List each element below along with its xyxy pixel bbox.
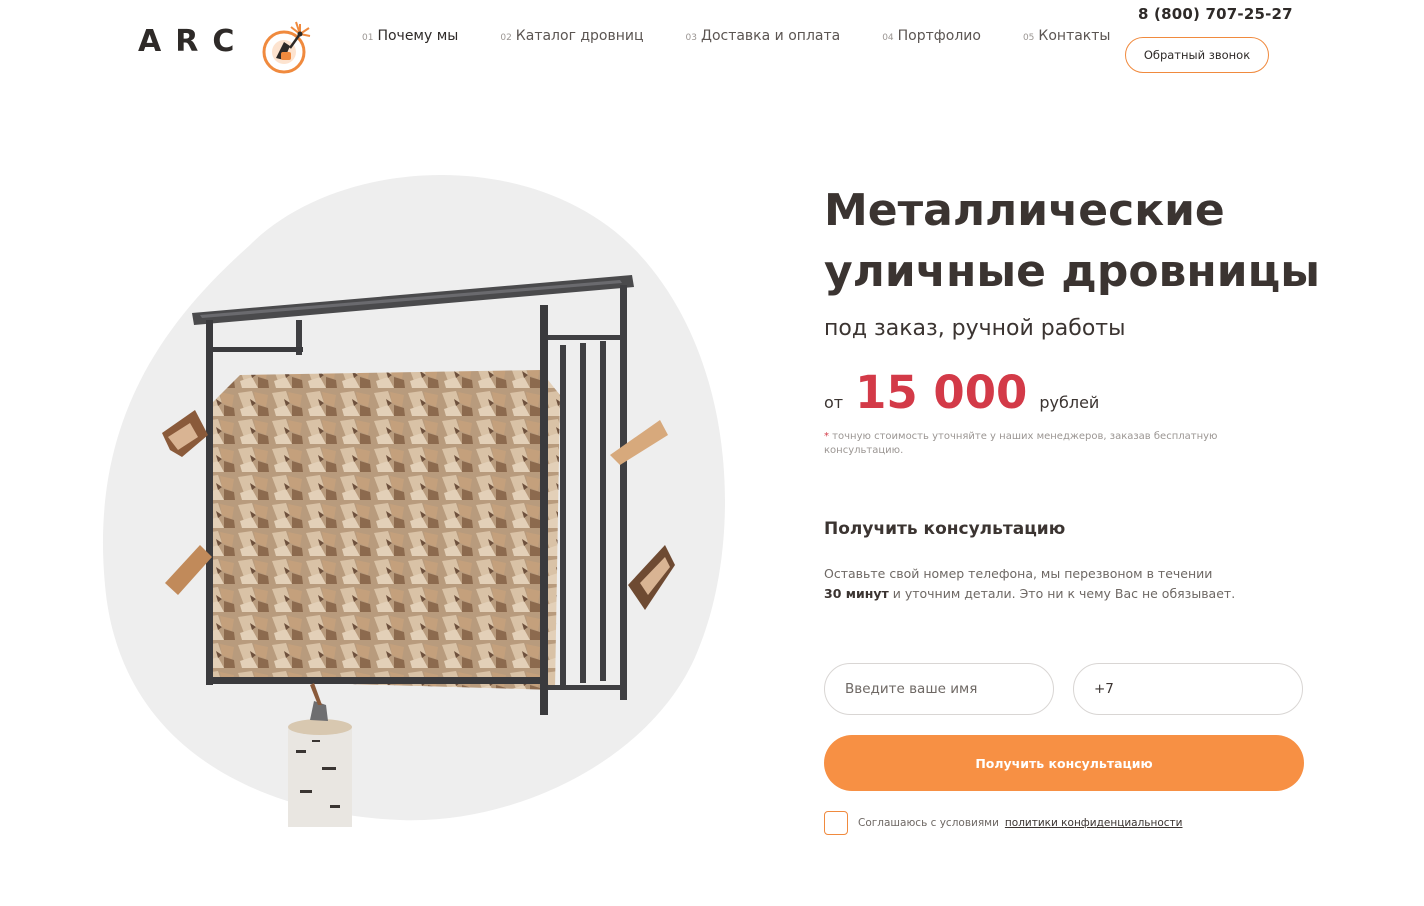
nav-label: Почему мы (377, 28, 459, 44)
submit-consult-button[interactable]: Получить консультацию (824, 735, 1304, 791)
consult-text-bold: 30 минут (824, 586, 889, 601)
consult-description: Оставьте свой номер телефона, мы перезво… (824, 564, 1254, 604)
nav-label: Контакты (1038, 28, 1111, 44)
logo-welding-icon (262, 21, 311, 74)
nav-label: Каталог дровниц (515, 28, 644, 44)
logo-text: ARC (138, 23, 249, 59)
name-input[interactable] (824, 663, 1054, 715)
agree-checkbox[interactable] (824, 811, 848, 835)
privacy-policy-link[interactable]: политики конфиденциальности (1005, 817, 1183, 829)
main-nav: 01 Почему мы 02 Каталог дровниц 03 Доста… (362, 28, 1152, 44)
price-prefix: от (824, 393, 844, 412)
price-unit: рублей (1039, 393, 1100, 412)
nav-label: Портфолио (897, 28, 981, 44)
nav-item-delivery[interactable]: 03 Доставка и оплата (686, 28, 841, 44)
price-block: от 15 000 рублей (824, 366, 1099, 419)
nav-number: 04 (882, 33, 894, 43)
nav-item-catalog[interactable]: 02 Каталог дровниц (500, 28, 643, 44)
consult-title: Получить консультацию (824, 519, 1066, 539)
price-value: 15 000 (855, 366, 1028, 419)
note-text: точную стоимость уточняйте у наших менед… (824, 431, 1218, 456)
nav-number: 01 (362, 33, 374, 43)
rack-post (540, 305, 548, 715)
nav-label: Доставка и оплата (701, 28, 841, 44)
consult-text-part2: и уточним детали. Это ни к чему Вас не о… (888, 586, 1236, 601)
nav-item-contacts[interactable]: 05 Контакты (1023, 28, 1111, 44)
rack-post (206, 320, 213, 685)
nav-number: 05 (1022, 33, 1035, 43)
privacy-agreement: Соглашаюсь с условиями политики конфиден… (824, 811, 1183, 835)
nav-item-portfolio[interactable]: 04 Портфолио (882, 28, 981, 44)
nav-number: 03 (685, 33, 697, 43)
page-title: Металлические уличные дровницы (824, 185, 1321, 297)
firewood-rack-illustration (102, 175, 725, 827)
phone-input[interactable] (1073, 663, 1303, 715)
logo[interactable]: ARC (138, 6, 318, 76)
phone-link[interactable]: 8 (800) 707-25-27 (1138, 5, 1293, 23)
callback-button[interactable]: Обратный звонок (1125, 37, 1269, 73)
consult-text-part1: Оставьте свой номер телефона, мы перезво… (824, 566, 1213, 581)
price-note: * точную стоимость уточняйте у наших мен… (824, 430, 1264, 458)
page-subtitle: под заказ, ручной работы (824, 316, 1126, 341)
nav-number: 02 (500, 33, 512, 43)
agree-label: Соглашаюсь с условиями (858, 817, 999, 829)
nav-item-why-us[interactable]: 01 Почему мы (362, 28, 458, 44)
firewood-stack (210, 370, 560, 690)
